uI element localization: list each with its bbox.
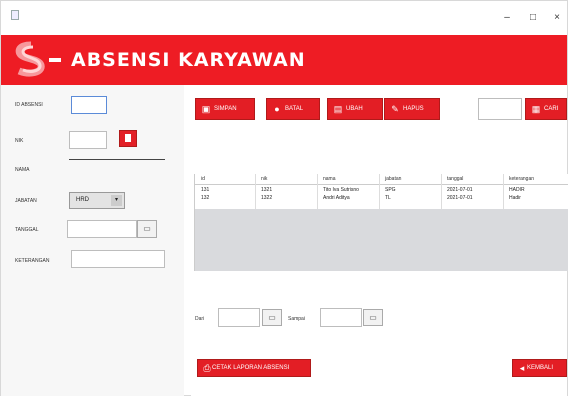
column-header[interactable]: nik [261,176,267,182]
app-header: ABSENSI KARYAWAN [1,35,567,85]
column-header[interactable]: tanggal [447,176,463,182]
close-button[interactable]: × [551,12,563,24]
printer-icon: ⎙ [203,363,211,373]
minimize-button[interactable]: – [501,12,513,24]
cari-input[interactable] [478,98,522,120]
column-divider [317,174,318,209]
table-body: 131 1321 Tito Iva Sutrisno SPG 2021-07-0… [195,185,568,209]
hapus-label: HAPUS [403,106,424,112]
tanggal-field[interactable] [67,220,137,238]
column-divider [441,174,442,209]
kembali-button[interactable]: ◂ KEMBALI [512,359,567,377]
table-cell: 2021-07-01 [447,195,473,201]
keterangan-field[interactable] [71,250,165,268]
table-header: id nik nama jabatan tanggal keterangan [195,174,568,185]
cari-label: CARI [544,106,559,112]
sampai-date-field[interactable] [320,308,362,327]
column-header[interactable]: id [201,176,205,182]
nik-label: NIK [15,138,24,144]
edit-icon: ▤ [333,104,343,114]
kembali-label: KEMBALI [527,365,554,371]
table-row[interactable]: 132 1322 Andri Aditya TL 2021-07-01 Hadi… [195,195,568,203]
batal-label: BATAL [285,106,304,112]
app-window: – □ × ABSENSI KARYAWAN ID ABSENSI NIK NA… [0,0,568,396]
column-header[interactable]: nama [323,176,336,182]
dari-label: Dari [195,316,205,322]
dari-date-field[interactable] [218,308,260,327]
column-divider [255,174,256,209]
column-header[interactable]: keterangan [509,176,534,182]
column-divider [379,174,380,209]
chevron-down-icon: ▾ [111,195,122,206]
nama-field[interactable] [69,142,165,160]
sampai-label: Sampai [288,316,305,322]
table-cell: HADIR [509,187,525,193]
jabatan-dropdown[interactable]: HRD ▾ [69,192,125,209]
cari-button[interactable]: ▦ CARI [525,98,567,120]
tanggal-label: TANGGAL [15,227,39,233]
column-header[interactable]: jabatan [385,176,401,182]
calendar-icon[interactable]: ▭ [363,309,383,326]
cetak-label: CETAK LAPORAN ABSENSI [212,365,290,371]
table-cell: Hadir [509,195,521,201]
table-cell: 131 [201,187,210,193]
simpan-label: SIMPAN [214,106,237,112]
absensi-table[interactable]: id nik nama jabatan tanggal keterangan 1… [194,174,568,271]
table-cell: Tito Iva Sutrisno [323,187,359,193]
table-cell: 132 [201,195,210,201]
column-divider [503,174,504,209]
app-title: ABSENSI KARYAWAN [71,49,306,71]
id-absensi-field[interactable] [71,96,107,114]
jabatan-label: JABATAN [15,198,37,204]
calendar-icon[interactable]: ▭ [137,220,157,238]
ubah-label: UBAH [346,106,363,112]
ubah-button[interactable]: ▤ UBAH [327,98,383,120]
table-cell: TL [385,195,391,201]
back-icon: ◂ [519,363,525,373]
search-icon: ▦ [531,104,541,114]
cetak-laporan-button[interactable]: ⎙ CETAK LAPORAN ABSENSI [197,359,311,377]
save-icon: ▣ [201,104,211,114]
table-cell: 1322 [261,195,273,201]
table-cell: Andri Aditya [323,195,350,201]
batal-button[interactable]: ● BATAL [266,98,320,120]
simpan-button[interactable]: ▣ SIMPAN [195,98,255,120]
company-logo-icon [15,41,61,77]
cancel-icon: ● [274,104,280,114]
title-bar: – □ × [1,1,567,35]
hapus-button[interactable]: ✎ HAPUS [384,98,440,120]
table-cell: 2021-07-01 [447,187,473,193]
nama-label: NAMA [15,167,30,173]
id-absensi-label: ID ABSENSI [15,102,43,108]
calendar-icon[interactable]: ▭ [262,309,282,326]
jabatan-selected-value: HRD [76,197,89,203]
broom-icon: ✎ [391,104,399,114]
table-cell: 1321 [261,187,273,193]
table-row[interactable]: 131 1321 Tito Iva Sutrisno SPG 2021-07-0… [195,187,568,195]
keterangan-label: KETERANGAN [15,258,50,264]
app-icon [11,10,19,20]
table-cell: SPG [385,187,396,193]
maximize-button[interactable]: □ [527,12,539,24]
